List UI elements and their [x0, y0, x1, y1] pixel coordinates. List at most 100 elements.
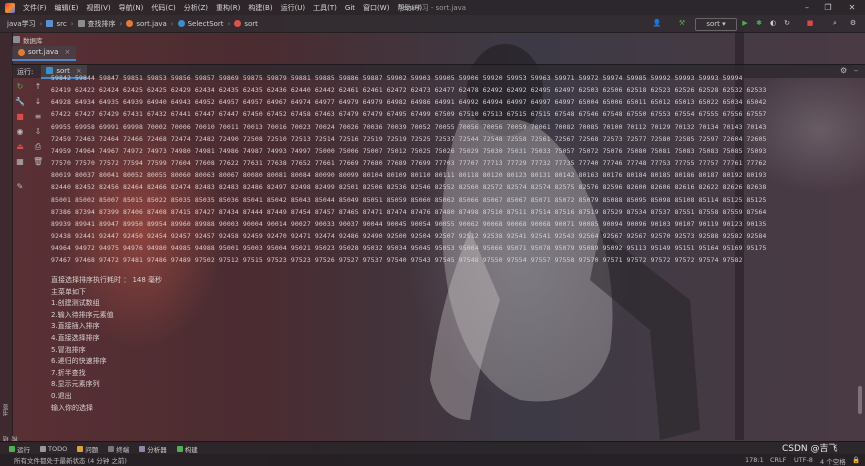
scroll-up-icon[interactable]: ↑ — [33, 82, 43, 92]
console-number-line: 87386 87394 87399 87406 87408 87415 8742… — [51, 207, 767, 216]
line-separator[interactable]: CRLF — [770, 456, 786, 464]
menu-run[interactable]: 运行(U) — [277, 3, 310, 13]
console-number-line: 94964 94972 94975 94976 94980 94985 9498… — [51, 244, 767, 253]
database-folder-icon — [13, 36, 20, 43]
bottom-tab-todo[interactable]: TODO — [35, 445, 72, 453]
menu-tools[interactable]: 工具(T) — [309, 3, 341, 13]
stop-run-icon[interactable]: ■ — [15, 112, 25, 122]
settings-icon[interactable]: ⚙ — [848, 18, 858, 29]
caret-position[interactable]: 178:1 — [745, 456, 764, 464]
console-text-line: 8.显示元素序列 — [51, 380, 100, 389]
menu-bar: 文件(F) 编辑(E) 视图(V) 导航(N) 代码(C) 分析(Z) 重构(R… — [0, 0, 865, 15]
console-number-line: 80019 80037 80041 80052 80055 80060 8006… — [51, 171, 767, 180]
bottom-tab-build[interactable]: 构建 — [172, 444, 203, 454]
menu-edit[interactable]: 编辑(E) — [51, 3, 83, 13]
java-file-icon — [18, 49, 25, 56]
bookmarks-tab[interactable]: 书签 — [2, 404, 11, 416]
console-number-line: 97467 97468 97472 97481 97486 97489 9750… — [51, 256, 743, 265]
profile-icon[interactable]: ↻ — [782, 18, 792, 29]
class-icon — [177, 20, 185, 27]
menu-analyze[interactable]: 分析(Z) — [180, 3, 212, 13]
menu-file[interactable]: 文件(F) — [19, 3, 51, 13]
console-text-line: 3.直接插入排序 — [51, 322, 100, 331]
tab-sort-java[interactable]: sort.java × — [12, 46, 77, 61]
console-number-line: 82440 82452 82456 82464 82466 82474 8248… — [51, 183, 767, 192]
rerun-icon[interactable]: ↻ — [15, 82, 25, 92]
project-tree-node[interactable]: 数据库 — [13, 34, 43, 45]
breadcrumb-file[interactable]: sort.java — [123, 20, 169, 28]
terminal-icon — [108, 445, 115, 452]
menu-window[interactable]: 窗口(W) — [359, 3, 393, 13]
camera-icon[interactable]: ◉ — [15, 127, 25, 137]
breadcrumb-project[interactable]: java学习 — [4, 19, 39, 29]
console-text-line: 主菜单如下 — [51, 287, 86, 296]
coverage-icon[interactable]: ◐ — [768, 18, 778, 29]
application-icon — [46, 67, 54, 74]
menu-view[interactable]: 视图(V) — [82, 3, 114, 13]
print-icon[interactable]: ⎙ — [33, 142, 43, 152]
console-number-line: 74959 74964 74967 74972 74973 74980 7498… — [51, 146, 767, 155]
breadcrumb-method[interactable]: sort — [231, 20, 261, 28]
user-icon[interactable]: 👤 — [650, 18, 664, 29]
console-text-line: 6.递归的快速排序 — [51, 357, 107, 366]
minimize-icon[interactable]: – — [797, 2, 817, 13]
run-config-select[interactable]: sort ▾ — [695, 18, 737, 31]
menu-code[interactable]: 代码(C) — [147, 3, 179, 13]
lock-icon[interactable]: 🔒 — [852, 456, 860, 464]
build-icon — [176, 445, 183, 452]
run-toolbar: ↻ 🔧 ■ ◉ ⏏ ▦ ✎ — [12, 78, 28, 198]
build-hammer-icon[interactable]: ⚒ — [676, 18, 688, 29]
wrench-icon[interactable]: 🔧 — [15, 97, 25, 107]
editor-tabs: sort.java × — [12, 46, 77, 61]
console-text-line: 4.直接选择排序 — [51, 334, 100, 342]
menu-git[interactable]: Git — [341, 4, 359, 12]
csdn-watermark: CSDN @吉飞 — [782, 444, 838, 454]
indent-setting[interactable]: 4 个空格 — [820, 456, 846, 466]
console-number-line: 85001 85002 85007 85015 85022 85035 8503… — [51, 195, 767, 204]
scroll-to-end-icon[interactable]: ⇩ — [33, 127, 43, 137]
problems-icon — [77, 445, 84, 452]
status-message[interactable]: 所有文件都处于最新状态 (4 分钟 之前) — [14, 455, 127, 465]
search-everywhere-icon[interactable]: ⌕ — [830, 18, 840, 29]
stop-icon[interactable]: ■ — [805, 18, 815, 29]
bottom-tab-problems[interactable]: 问题 — [72, 444, 103, 454]
soft-wrap-icon[interactable]: ≡ — [33, 112, 43, 122]
bottom-tab-terminal[interactable]: 终端 — [103, 444, 134, 454]
navigation-bar: java学习 › src › 查找排序 › sort.java › Select… — [0, 15, 865, 33]
layout-icon[interactable]: ▦ — [15, 157, 25, 167]
menu-refactor[interactable]: 重构(R) — [212, 3, 244, 13]
console-text-line: 1.创建测试数组 — [51, 299, 100, 308]
tool-window-bar: 运行 TODO 问题 终端 分析器 构建 — [0, 441, 865, 455]
bottom-tab-run[interactable]: 运行 — [4, 444, 35, 454]
tab-label: sort.java — [28, 48, 59, 56]
run-panel-label: 运行: — [17, 67, 34, 76]
bottom-tab-profiler[interactable]: 分析器 — [134, 444, 172, 454]
menu-build[interactable]: 构建(B) — [244, 3, 276, 13]
status-bar: 所有文件都处于最新状态 (4 分钟 之前) 178:1 CRLF UTF-8 4… — [0, 454, 865, 466]
exit-icon[interactable]: ⏏ — [15, 142, 25, 152]
pin-icon[interactable]: ✎ — [15, 182, 25, 192]
run-icon[interactable]: ▶ — [740, 18, 750, 29]
window-title: java学习 - sort.java — [400, 4, 467, 12]
console-output[interactable]: 59842 59844 59847 59851 59853 59856 5985… — [51, 74, 861, 419]
close-tab-icon[interactable]: × — [64, 46, 70, 59]
breadcrumb-class[interactable]: SelectSort — [175, 20, 227, 28]
clear-console-icon[interactable]: 🗑 — [33, 157, 43, 167]
breadcrumb-package[interactable]: 查找排序 — [75, 19, 119, 29]
console-toolbar: ↑ ↓ ≡ ⇩ ⎙ 🗑 — [30, 78, 46, 166]
maximize-icon[interactable]: ❐ — [818, 2, 838, 13]
scroll-down-icon[interactable]: ↓ — [33, 97, 43, 107]
menu-navigate[interactable]: 导航(N) — [115, 3, 148, 13]
debug-icon[interactable]: ✱ — [754, 18, 764, 29]
console-number-line: 77570 77570 77572 77594 77599 77604 7760… — [51, 159, 767, 168]
breadcrumb-src[interactable]: src — [43, 20, 69, 28]
console-number-line: 64928 64934 64935 64939 64940 64943 6495… — [51, 98, 767, 107]
console-scrollbar[interactable] — [858, 86, 862, 416]
scrollbar-thumb[interactable] — [858, 386, 862, 414]
close-window-icon[interactable]: ✕ — [842, 2, 862, 13]
console-number-line: 59842 59844 59847 59851 59853 59856 5985… — [51, 74, 743, 82]
file-encoding[interactable]: UTF-8 — [794, 456, 813, 464]
console-number-line: 62419 62422 62424 62425 62425 62429 6243… — [51, 86, 767, 95]
profiler-icon — [139, 445, 146, 452]
intellij-logo-icon — [5, 2, 15, 13]
